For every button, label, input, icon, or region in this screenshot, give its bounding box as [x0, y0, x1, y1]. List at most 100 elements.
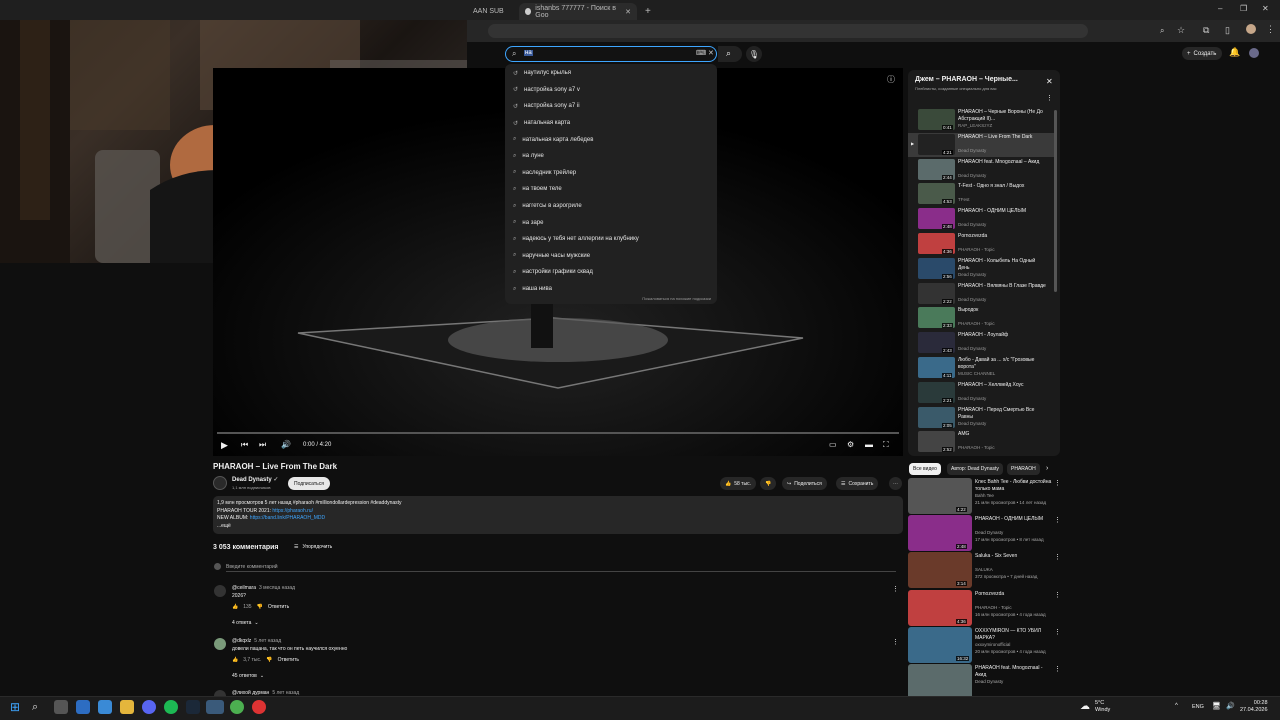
search-suggestion[interactable]: ↺ натальная карта	[505, 115, 717, 132]
close-tab-icon[interactable]: ✕	[625, 8, 631, 16]
video-description[interactable]: 1,9 млн просмотров 5 лет назад #pharaoh …	[213, 496, 903, 534]
settings-gear-icon[interactable]: ⚙	[847, 440, 854, 449]
more-options-icon[interactable]: ⋮	[1054, 479, 1061, 487]
theater-mode-icon[interactable]: ▬	[865, 440, 873, 449]
playlist-item[interactable]: 4:11 Любо - Давай за ... x/c "Грозовые во…	[908, 356, 1054, 380]
windows-start-icon[interactable]: ⊞	[10, 700, 24, 714]
address-bar[interactable]	[488, 24, 1088, 38]
filter-chip[interactable]: PHARAOH	[1007, 463, 1040, 475]
comment-author[interactable]: @ceilmara	[232, 585, 256, 591]
playlist-item[interactable]: 2:44 PHARAOH feat. Mnogoznaal – Акид Dead …	[908, 158, 1054, 182]
commenter-avatar[interactable]	[214, 638, 226, 650]
recommended-video[interactable]: 4:36 Pornozvezda PHARAOH - Topic 16 млн про…	[908, 589, 1063, 626]
browser-tab-active[interactable]: ishanbs 777777 - Поиск в Goo ✕	[519, 3, 637, 20]
dislike-button[interactable]: 👎	[760, 477, 777, 490]
account-avatar[interactable]	[1249, 48, 1259, 58]
network-icon[interactable]: 🖥	[1212, 702, 1221, 710]
show-more-link[interactable]: ...ещё	[217, 523, 899, 531]
more-options-icon[interactable]: ⋮	[1054, 516, 1061, 524]
like-comment-icon[interactable]: 👍	[232, 657, 238, 663]
playlist-item[interactable]: 4:53 T-Fest - Одно я знал / Выдох TFest	[908, 182, 1054, 206]
recommended-video[interactable]: PHARAOH feat. Mnogoznaal - Акид Dead Dyna…	[908, 664, 1063, 700]
clear-search-icon[interactable]: ✕	[708, 49, 714, 57]
playlist-item[interactable]: 4:36 Pornozvezda PHARAOH - Topic	[908, 232, 1054, 256]
playlist-item[interactable]: 2:33 Выродок PHARAOH - Topic	[908, 306, 1054, 330]
search-suggestion[interactable]: ⌕ наручные часы мужские	[505, 248, 717, 265]
play-icon[interactable]: ▶	[221, 440, 228, 451]
new-tab-button[interactable]: +	[639, 3, 651, 20]
app-icon[interactable]	[252, 700, 266, 714]
volume-icon[interactable]: 🔊	[1226, 702, 1235, 710]
maximize-icon[interactable]: ❐	[1240, 4, 1247, 13]
reply-button[interactable]: Ответить	[268, 604, 289, 610]
dislike-comment-icon[interactable]: 👎	[257, 604, 263, 610]
like-button[interactable]: 👍 58 тыс.	[720, 477, 756, 490]
extensions-icon[interactable]: ⧉	[1203, 25, 1209, 36]
search-suggestion[interactable]: ⌕ на заре	[505, 214, 717, 231]
search-icon[interactable]: ⌕	[32, 700, 46, 714]
discord-icon[interactable]	[142, 700, 156, 714]
subtitles-icon[interactable]: ▭	[829, 440, 837, 449]
create-button[interactable]: + Создать	[1182, 47, 1222, 60]
zoom-icon[interactable]: ⌕	[1160, 26, 1164, 36]
channel-avatar[interactable]	[213, 476, 227, 490]
search-suggestion[interactable]: ⌕ натальная карта лебедев	[505, 131, 717, 148]
more-actions-button[interactable]: ⋯	[889, 477, 902, 490]
playlist-item[interactable]: 2:56 PHARAOH - Колыбель На Одный День Dead…	[908, 257, 1054, 281]
album-link[interactable]: https://band.link/PHARAOH_MDD	[250, 515, 325, 521]
close-window-icon[interactable]: ✕	[1262, 4, 1269, 13]
replies-toggle[interactable]: 45 ответов ⌄	[232, 673, 264, 679]
search-suggestion[interactable]: ⌕ наследник трейлер	[505, 165, 717, 182]
task-view-icon[interactable]	[54, 700, 68, 714]
keyboard-icon[interactable]: ⌨	[696, 49, 706, 57]
playlist-item[interactable]: ▶ 4:21 PHARAOH – Live From The Dark Dead Dy…	[908, 132, 1054, 157]
replies-toggle[interactable]: 4 ответа ⌄	[232, 620, 259, 626]
save-button[interactable]: ☰ Сохранить	[836, 477, 879, 490]
recommended-video[interactable]: 4:22 Клес Bahh Tee - Любви достойна тольк…	[908, 478, 1063, 514]
fullscreen-icon[interactable]: ⛶	[883, 440, 889, 450]
search-suggestion[interactable]: ⌕ на твоем теле	[505, 181, 717, 198]
obs-icon[interactable]	[206, 700, 224, 714]
playlist-item[interactable]: 2:52 AMG PHARAOH - Topic	[908, 430, 1054, 454]
tray-chevron-icon[interactable]: ^	[1175, 703, 1178, 709]
more-options-icon[interactable]: ⋮	[1054, 628, 1061, 636]
browser-tab[interactable]: AAN SUB	[467, 3, 515, 20]
search-suggestion[interactable]: ⌕ наша нива	[505, 281, 717, 298]
playlist-item[interactable]: 0:41 PHARAOH – Черные Вороны (Не До Абстр…	[908, 108, 1054, 132]
volume-icon[interactable]: 🔊	[281, 440, 291, 449]
search-suggestion[interactable]: ⌕ на луне	[505, 148, 717, 165]
playlist-menu-icon[interactable]: ⋮	[1046, 94, 1053, 102]
channel-name[interactable]: Dead Dynasty ✓	[232, 476, 278, 483]
previous-icon[interactable]: ⏮	[241, 440, 248, 450]
playlist-item[interactable]: 2:22 PHARAOH - Вялвяны В Глазе Правде Dead…	[908, 282, 1054, 306]
tour-link[interactable]: https://pharaoh.ru/	[272, 508, 313, 514]
minimize-icon[interactable]: –	[1218, 4, 1222, 13]
photos-icon[interactable]	[98, 700, 112, 714]
search-suggestion[interactable]: ↺ наутилус крылья	[505, 65, 717, 82]
profile-avatar[interactable]	[1246, 24, 1256, 34]
weather-widget[interactable]: 5°C Windy	[1095, 700, 1110, 714]
search-input[interactable]: ⌕ на ⌨ ✕	[505, 46, 717, 62]
search-suggestion[interactable]: ⌕ наггетсы в аэрогриле	[505, 198, 717, 215]
language-indicator[interactable]: ENG	[1192, 704, 1204, 710]
playlist-item[interactable]: 2:05 PHARAOH - Перед Смертью Все Равны Dea…	[908, 406, 1054, 430]
progress-bar[interactable]	[217, 432, 899, 434]
comment-menu-icon[interactable]: ⋮	[892, 638, 899, 646]
spotify-icon[interactable]	[164, 700, 178, 714]
search-suggestion[interactable]: ⌕ надеюсь у тебя нет аллергии на клубнику	[505, 231, 717, 248]
comment-input[interactable]: Введите комментарий	[226, 564, 896, 572]
playlist-item[interactable]: 2:48 PHARAOH - ОДНИМ ЦЕЛЫМ Dead Dynasty	[908, 207, 1054, 231]
widgets-icon[interactable]	[76, 700, 90, 714]
commenter-avatar[interactable]	[214, 585, 226, 597]
playlist-item[interactable]: 2:43 PHARAOH - Лоулайф Dead Dynasty	[908, 331, 1054, 355]
bookmark-star-icon[interactable]: ☆	[1177, 25, 1185, 36]
more-options-icon[interactable]: ⋮	[1054, 591, 1061, 599]
search-suggestion[interactable]: ⌕ настройки графики сквад	[505, 264, 717, 281]
next-icon[interactable]: ⏭	[259, 440, 266, 450]
info-icon[interactable]: ⓘ	[887, 74, 895, 85]
playlist-item[interactable]: 2:21 PHARAOH – Хеллвейд Хоус Dead Dynasty	[908, 381, 1054, 405]
filter-chip[interactable]: Все видео	[909, 463, 941, 475]
search-suggestion[interactable]: ↺ настройка sony a7 v	[505, 82, 717, 99]
filter-chip[interactable]: Автор: Dead Dynasty	[947, 463, 1003, 475]
like-comment-icon[interactable]: 👍	[232, 604, 238, 610]
